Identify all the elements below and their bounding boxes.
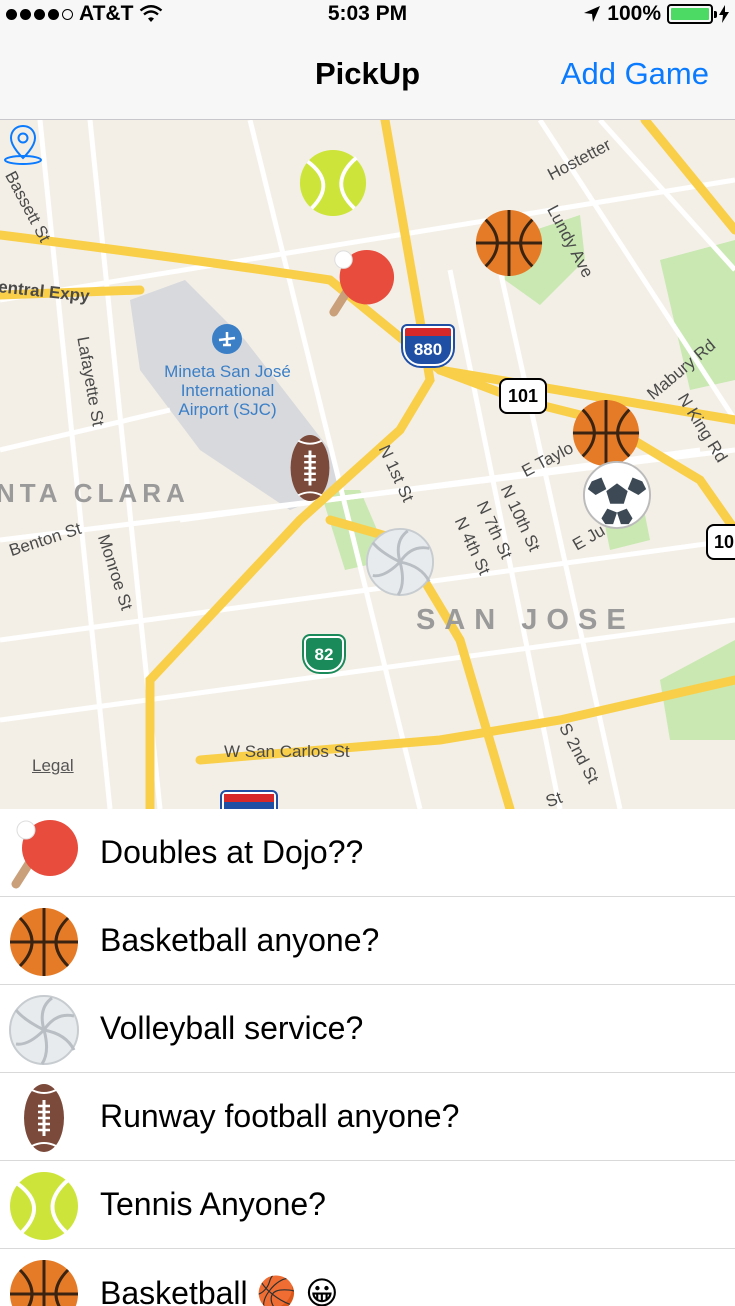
basketball-icon [8, 1258, 80, 1306]
map-label-san-jose: SAN JOSE [416, 604, 635, 636]
map-label-w-san-carlos: W San Carlos St [224, 742, 350, 761]
charging-icon [719, 5, 729, 23]
game-title: Volleyball service? [100, 1010, 364, 1046]
games-list: Doubles at Dojo?? Basketball anyone? Vol… [0, 809, 735, 1306]
sr82-shield: 82 [304, 636, 344, 672]
airport-icon [212, 324, 242, 354]
status-bar: AT&T 5:03 PM 100% [0, 0, 735, 28]
basketball-pin[interactable] [474, 208, 544, 278]
tennis-icon [8, 1170, 80, 1242]
legal-link[interactable]: Legal [32, 756, 74, 776]
us10-shield: 10 [706, 524, 735, 560]
status-right: 100% [583, 2, 729, 26]
location-arrow-icon [584, 6, 601, 22]
battery-icon [667, 4, 717, 24]
volleyball-icon [8, 994, 80, 1066]
list-item[interactable]: Volleyball service? [0, 985, 735, 1073]
list-item[interactable]: Basketball 🏀 😀 [0, 1249, 735, 1306]
game-title: Basketball 🏀 😀 [100, 1275, 339, 1306]
map-label-airport: Mineta San José International Airport (S… [150, 362, 305, 419]
list-item[interactable]: Tennis Anyone? [0, 1161, 735, 1249]
game-title: Runway football anyone? [100, 1098, 460, 1134]
i880-label: 880 [413, 340, 443, 359]
soccer-pin[interactable] [582, 460, 652, 530]
tennis-pin[interactable] [298, 148, 368, 218]
sr82-label: 82 [314, 645, 334, 664]
list-item[interactable]: Basketball anyone? [0, 897, 735, 985]
us101-shield: 101 [499, 378, 547, 414]
game-title: Basketball anyone? [100, 922, 380, 958]
ping-pong-pin[interactable] [326, 248, 396, 318]
list-item[interactable]: Runway football anyone? [0, 1073, 735, 1161]
battery-percent: 100% [607, 2, 661, 25]
airport-name: Mineta San José International Airport (S… [164, 362, 291, 419]
i280-shield-partial [222, 792, 276, 809]
game-title: Doubles at Dojo?? [100, 834, 364, 870]
ping-pong-icon [8, 818, 80, 890]
volleyball-pin[interactable] [365, 527, 435, 597]
map-view[interactable]: entral Expy Bassett St Lafayette St Bent… [0, 120, 735, 809]
football-pin[interactable] [275, 433, 345, 503]
add-game-button[interactable]: Add Game [561, 56, 709, 92]
user-location-icon[interactable] [0, 120, 46, 166]
navigation-bar: PickUp Add Game [0, 28, 735, 120]
game-title: Tennis Anyone? [100, 1186, 326, 1222]
football-icon [8, 1082, 80, 1154]
map-label-santa-clara: NTA CLARA [0, 478, 190, 508]
basketball-pin[interactable] [571, 398, 641, 468]
i880-shield: 880 [403, 326, 453, 366]
us101-label: 101 [507, 386, 539, 406]
list-item[interactable]: Doubles at Dojo?? [0, 809, 735, 897]
us10-label: 10 [714, 532, 735, 552]
basketball-icon [8, 906, 80, 978]
